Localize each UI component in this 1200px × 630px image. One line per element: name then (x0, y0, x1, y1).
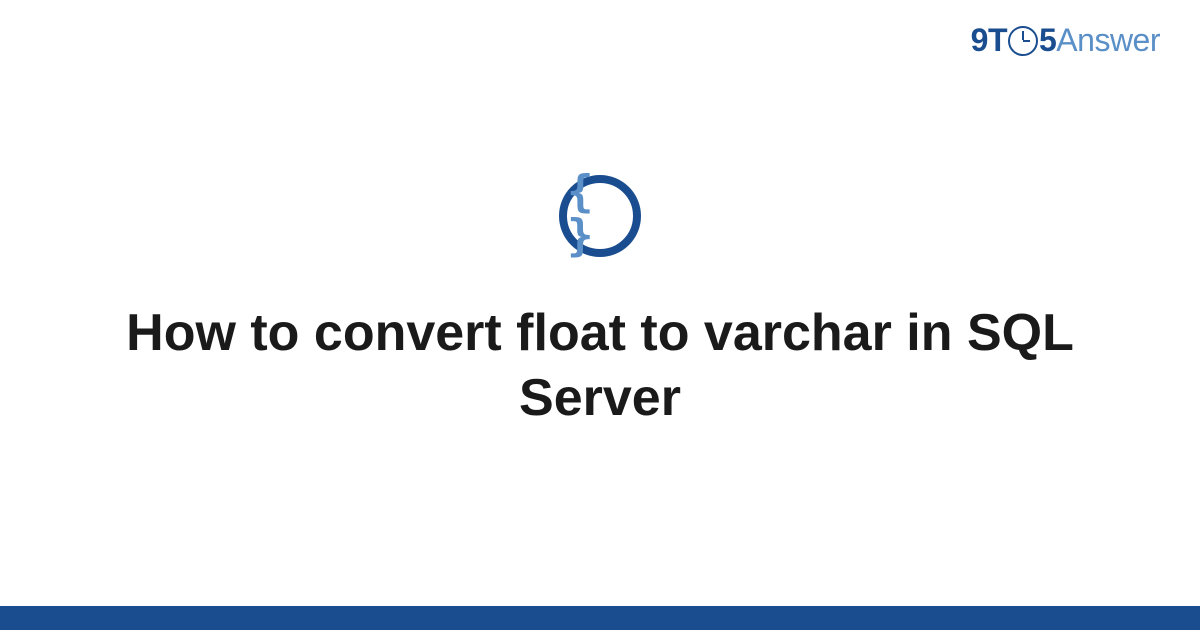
footer-bar (0, 606, 1200, 630)
code-braces-icon: { } (559, 175, 641, 257)
main-content: { } How to convert float to varchar in S… (0, 0, 1200, 606)
braces-glyph: { } (567, 170, 633, 258)
page-title: How to convert float to varchar in SQL S… (100, 301, 1100, 431)
